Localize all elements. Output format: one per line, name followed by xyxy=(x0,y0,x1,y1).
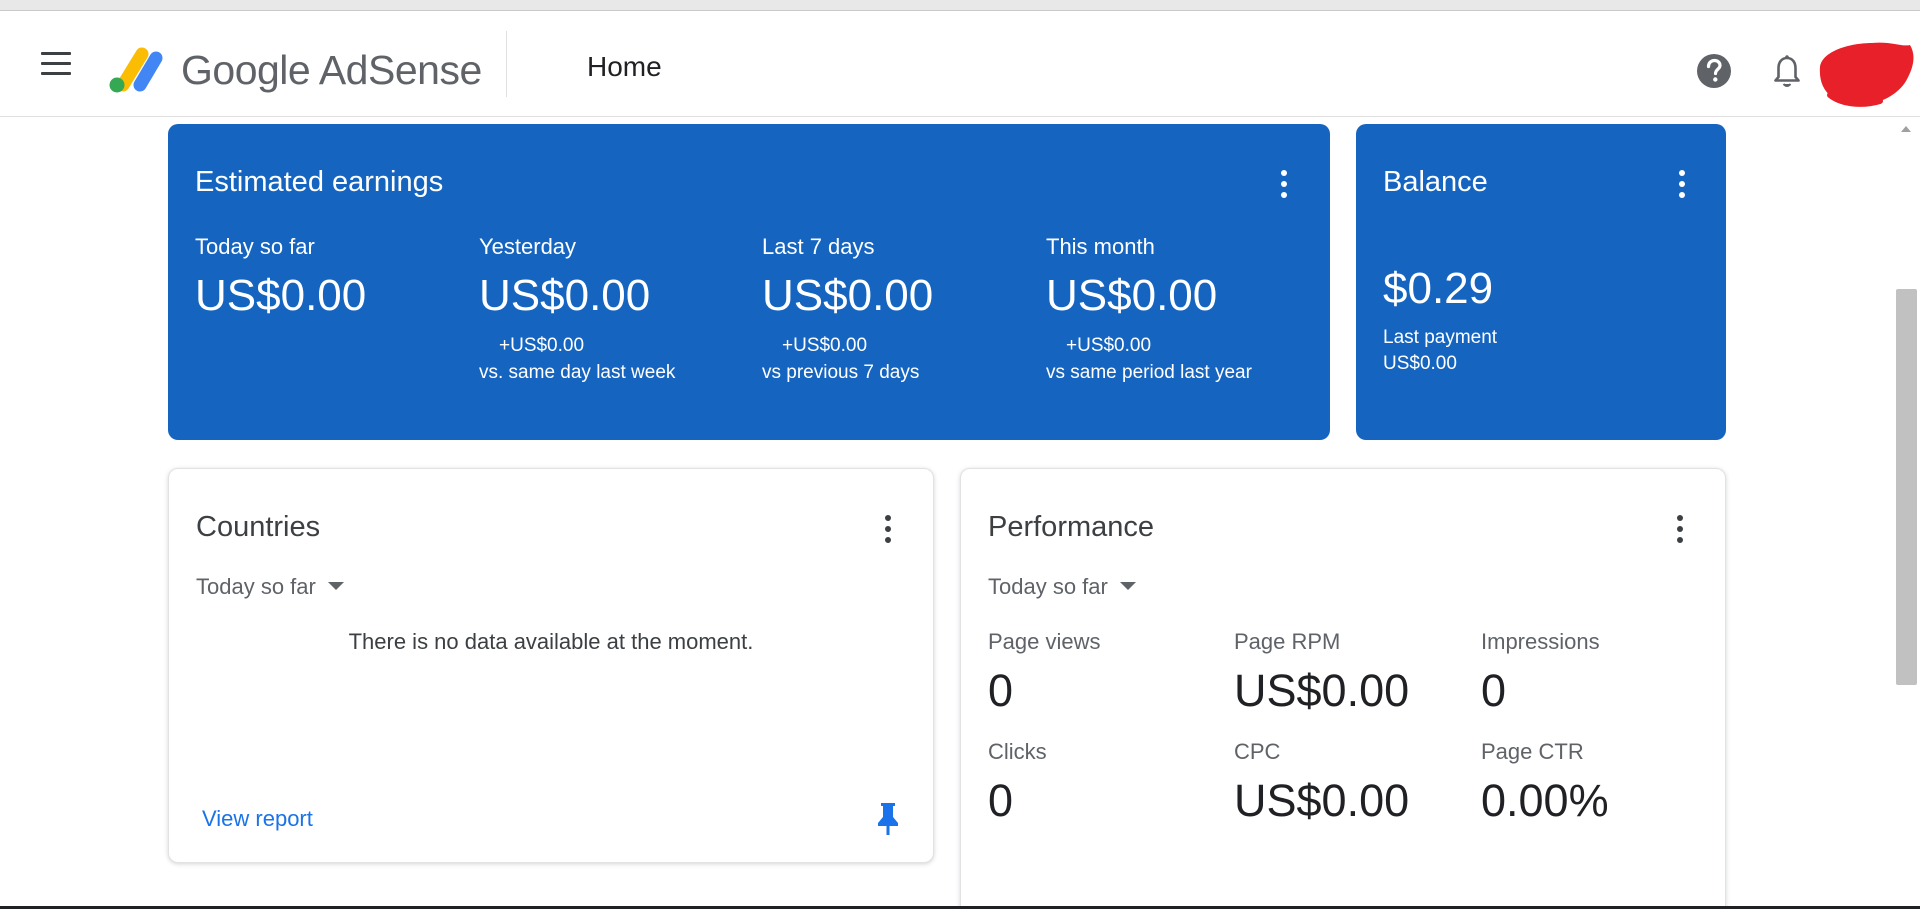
header-divider xyxy=(506,31,507,97)
caret-down-icon xyxy=(327,582,344,591)
earnings-comparison: vs. same day last week xyxy=(479,362,676,383)
metric-label: Page CTR xyxy=(1481,739,1584,764)
help-circle-icon[interactable] xyxy=(1696,53,1732,89)
metric-label: Page RPM xyxy=(1234,629,1341,654)
app-header: Google AdSense Home xyxy=(0,11,1920,117)
earnings-label: Last 7 days xyxy=(762,234,875,259)
account-avatar[interactable] xyxy=(1810,37,1920,109)
more-vert-icon[interactable] xyxy=(1674,513,1686,545)
metric-value: 0 xyxy=(988,775,1014,826)
period-label: Today so far xyxy=(196,574,316,599)
pin-icon[interactable] xyxy=(875,801,901,837)
scroll-up-arrow-icon[interactable] xyxy=(1900,124,1912,134)
earnings-comparison: vs previous 7 days xyxy=(762,362,920,383)
card-title: Balance xyxy=(1383,166,1488,198)
countries-card: Countries Today so far There is no data … xyxy=(168,468,934,863)
earnings-value: US$0.00 xyxy=(1046,271,1218,320)
bell-icon[interactable] xyxy=(1771,54,1803,90)
earnings-value: US$0.00 xyxy=(195,271,367,320)
metric-value: 0 xyxy=(988,665,1014,716)
estimated-earnings-card: Estimated earnings Today so far US$0.00 … xyxy=(168,124,1330,440)
last-payment-label: Last payment xyxy=(1383,327,1498,348)
product-name[interactable]: Google AdSense xyxy=(181,47,482,94)
metric-value: US$0.00 xyxy=(1234,775,1410,826)
earnings-label: Today so far xyxy=(195,234,315,259)
browser-top-strip xyxy=(0,0,1920,11)
hamburger-menu-icon[interactable] xyxy=(36,49,76,79)
earnings-delta: +US$0.00 xyxy=(782,335,868,356)
metric-label: Clicks xyxy=(988,739,1047,764)
period-dropdown[interactable]: Today so far xyxy=(196,574,344,600)
more-vert-icon[interactable] xyxy=(1676,168,1688,200)
earnings-label: Yesterday xyxy=(479,234,577,259)
earnings-label: This month xyxy=(1046,234,1155,259)
card-title: Countries xyxy=(196,511,321,543)
metric-label: CPC xyxy=(1234,739,1281,764)
earnings-delta: +US$0.00 xyxy=(1066,335,1152,356)
card-title: Estimated earnings xyxy=(195,166,444,198)
earnings-value: US$0.00 xyxy=(762,271,934,320)
period-dropdown[interactable]: Today so far xyxy=(988,574,1136,600)
balance-value: $0.29 xyxy=(1383,264,1494,313)
view-report-link[interactable]: View report xyxy=(202,806,313,832)
caret-down-icon xyxy=(1119,582,1136,591)
scrollbar-thumb[interactable] xyxy=(1896,289,1917,685)
last-payment-value: US$0.00 xyxy=(1383,353,1457,374)
period-label: Today so far xyxy=(988,574,1108,599)
performance-card: Performance Today so far Page views 0 Pa… xyxy=(960,468,1726,909)
earnings-value: US$0.00 xyxy=(479,271,651,320)
earnings-delta: +US$0.00 xyxy=(499,335,585,356)
metric-label: Page views xyxy=(988,629,1101,654)
adsense-logo-icon[interactable] xyxy=(106,45,166,95)
metric-label: Impressions xyxy=(1481,629,1600,654)
earnings-comparison: vs same period last year xyxy=(1046,362,1252,383)
metric-value: 0.00% xyxy=(1481,775,1609,826)
metric-value: 0 xyxy=(1481,665,1507,716)
page-title: Home xyxy=(587,51,662,82)
balance-card: Balance $0.29 Last payment US$0.00 xyxy=(1356,124,1726,440)
more-vert-icon[interactable] xyxy=(882,513,894,545)
empty-state-message: There is no data available at the moment… xyxy=(348,629,754,654)
more-vert-icon[interactable] xyxy=(1278,168,1290,200)
card-title: Performance xyxy=(988,511,1155,543)
metric-value: US$0.00 xyxy=(1234,665,1410,716)
